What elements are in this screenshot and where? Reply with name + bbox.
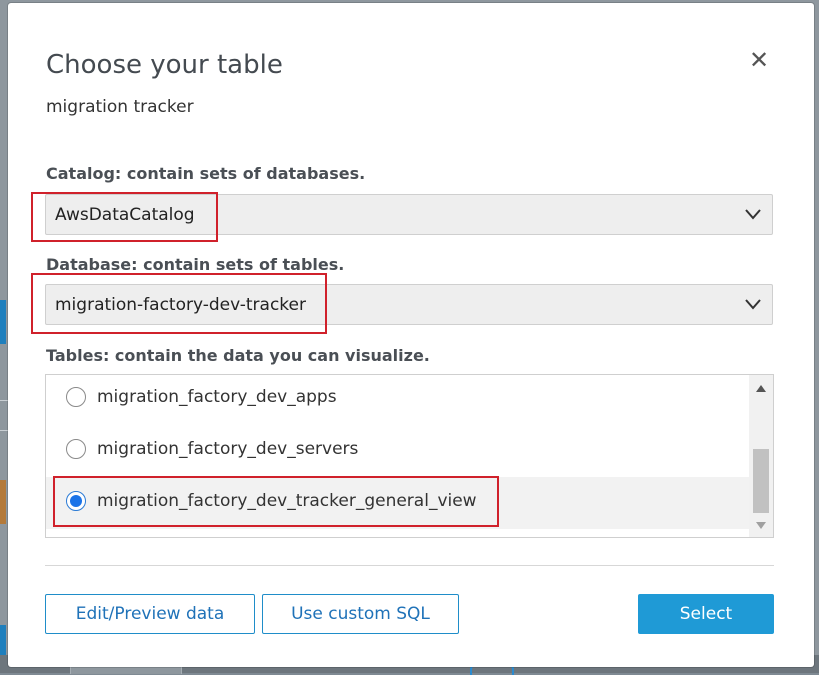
background-element [0, 300, 6, 344]
radio-button[interactable] [66, 439, 86, 459]
footer-divider [45, 565, 774, 566]
database-select-value: migration-factory-dev-tracker [55, 295, 306, 315]
radio-button-selected[interactable] [66, 491, 86, 511]
table-list-item[interactable]: migration_factory_dev_servers [46, 425, 749, 477]
select-button[interactable]: Select [638, 594, 774, 634]
close-icon[interactable]: ✕ [746, 47, 772, 73]
tables-label: Tables: contain the data you can visuali… [46, 346, 430, 365]
catalog-select[interactable]: AwsDataCatalog [45, 194, 773, 235]
table-name: migration_factory_dev_apps [97, 387, 337, 407]
database-select[interactable]: migration-factory-dev-tracker [45, 284, 773, 325]
chevron-down-icon [745, 299, 761, 310]
tables-list: migration_factory_dev_apps migration_fac… [45, 374, 774, 538]
background-element [0, 625, 6, 655]
scrollbar-thumb[interactable] [753, 449, 769, 513]
catalog-label: Catalog: contain sets of databases. [46, 164, 366, 183]
table-name: migration_factory_dev_tracker_general_vi… [97, 491, 477, 511]
catalog-select-value: AwsDataCatalog [55, 205, 195, 225]
table-list-item[interactable]: migration_factory_dev_apps [46, 375, 749, 425]
radio-button[interactable] [66, 387, 86, 407]
choose-table-dialog: Choose your table migration tracker ✕ Ca… [8, 3, 814, 667]
table-list-item-selected[interactable]: migration_factory_dev_tracker_general_vi… [46, 477, 749, 529]
dialog-subtitle: migration tracker [46, 97, 194, 117]
scroll-up-arrow-icon[interactable] [756, 385, 766, 392]
scroll-down-arrow-icon[interactable] [756, 522, 766, 529]
database-label: Database: contain sets of tables. [46, 255, 345, 274]
background-element [0, 480, 6, 524]
table-name: migration_factory_dev_servers [97, 439, 359, 459]
dialog-title: Choose your table [46, 50, 283, 80]
list-scrollbar[interactable] [749, 375, 773, 537]
use-custom-sql-button[interactable]: Use custom SQL [262, 594, 459, 634]
chevron-down-icon [745, 209, 761, 220]
edit-preview-data-button[interactable]: Edit/Preview data [45, 594, 255, 634]
